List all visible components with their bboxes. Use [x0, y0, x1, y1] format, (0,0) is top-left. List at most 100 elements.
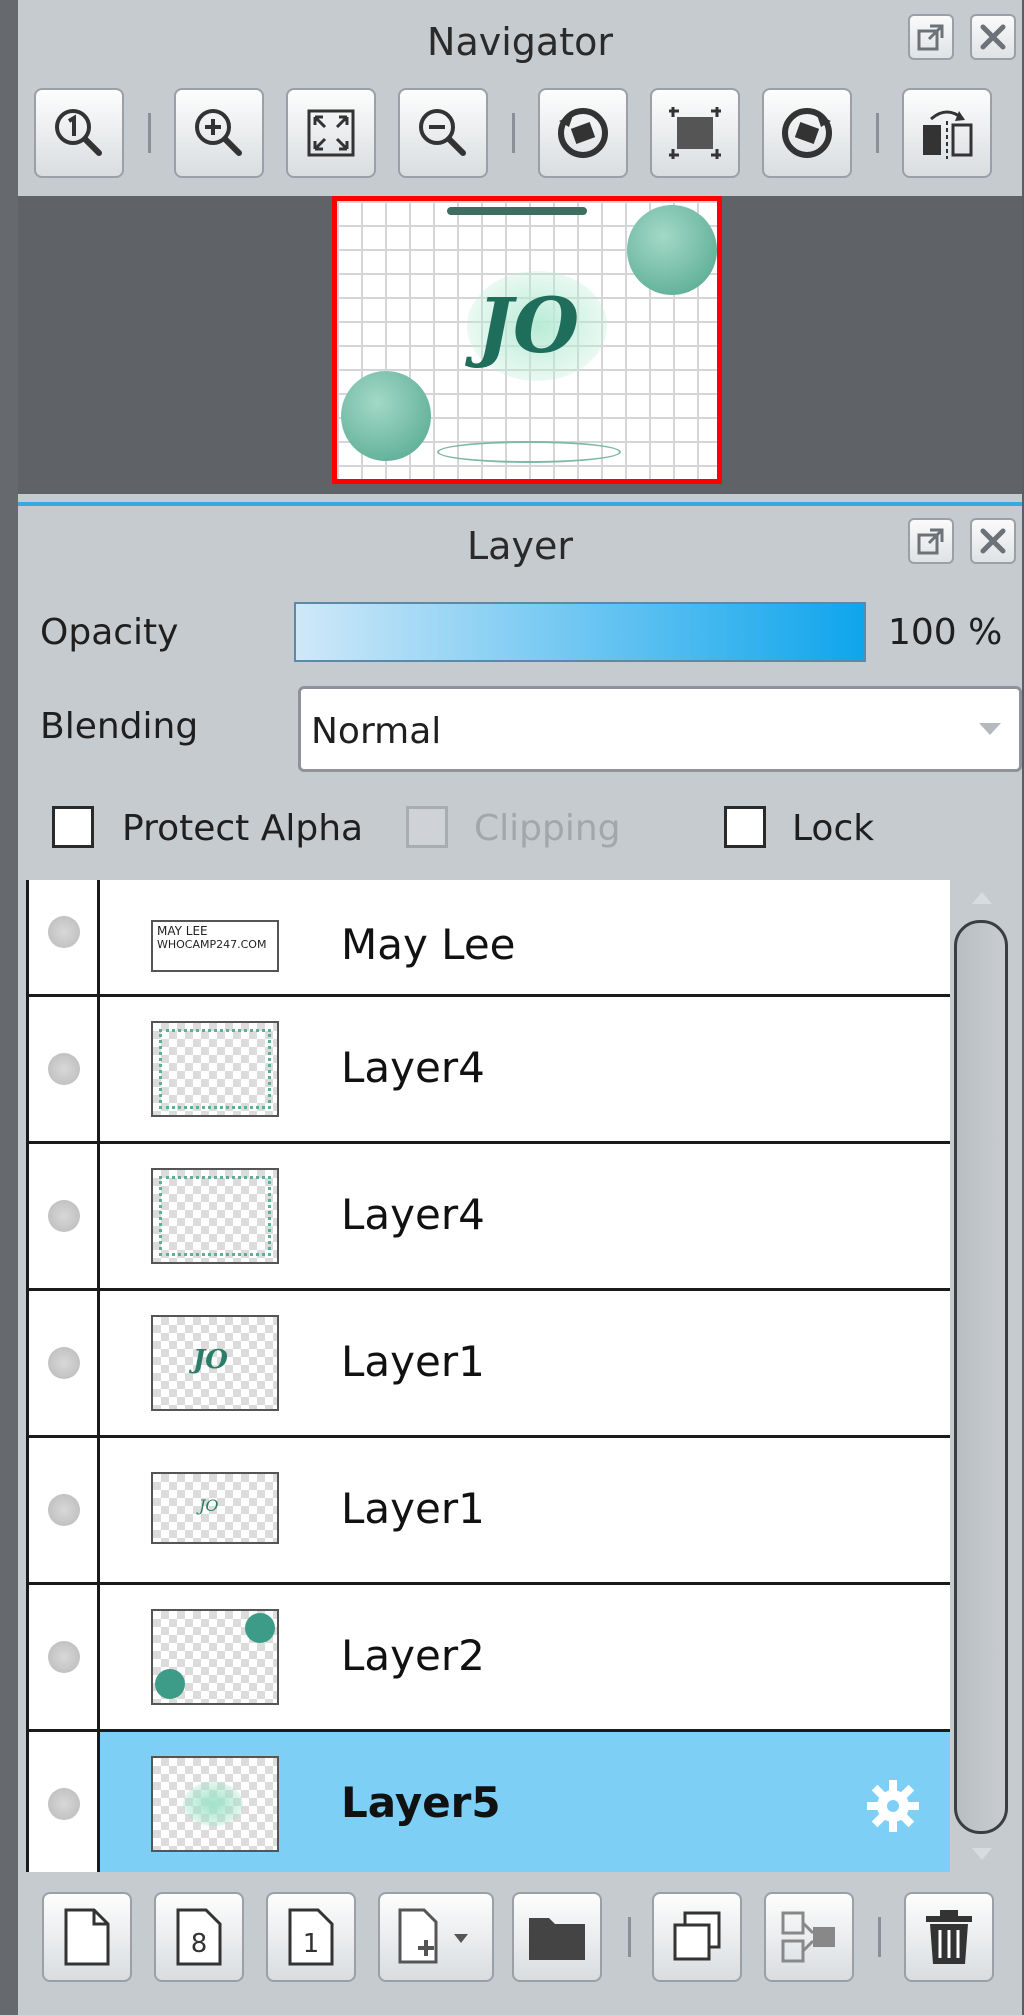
thumb-frame — [159, 1176, 271, 1256]
scroll-up-arrow-icon[interactable] — [970, 890, 994, 906]
opacity-label: Opacity — [40, 612, 179, 653]
canvas-edge — [0, 0, 18, 2015]
layer-name: Layer1 — [341, 1484, 485, 1533]
zoom-out-icon — [419, 109, 466, 156]
fit-icon — [307, 109, 355, 157]
layer-name: Layer4 — [341, 1043, 485, 1092]
zoom-in-button[interactable] — [174, 88, 264, 178]
layer-visibility-toggle[interactable] — [48, 1788, 80, 1820]
layer-row-selected[interactable]: Layer5 — [29, 1732, 953, 1872]
lock-label: Lock — [792, 808, 875, 849]
layer-visibility-toggle[interactable] — [48, 1641, 80, 1673]
layer-visibility-toggle[interactable] — [48, 1494, 80, 1526]
zoom-actual-size-button[interactable] — [34, 88, 124, 178]
flip-horizontal-button[interactable] — [902, 88, 992, 178]
layer-list[interactable]: MAY LEE WHOCAMP247.COM May Lee Layer4 La… — [26, 880, 956, 1872]
close-icon — [980, 528, 1006, 554]
blending-label: Blending — [40, 706, 199, 747]
popout-icon — [917, 528, 944, 555]
preview-jo-text: JO — [477, 281, 580, 370]
add-layer-menu-button[interactable] — [378, 1892, 494, 1982]
layer-thumbnail — [151, 1168, 279, 1264]
layer-name: Layer1 — [341, 1337, 485, 1386]
reset-view-icon — [669, 107, 721, 159]
layer-name: Layer4 — [341, 1190, 485, 1239]
svg-text:8: 8 — [191, 1929, 208, 1959]
scroll-thumb[interactable] — [954, 920, 1008, 1834]
layer-row[interactable]: Layer4 — [29, 997, 953, 1144]
toolbar-separator — [878, 1917, 881, 1957]
toolbar-separator — [148, 113, 151, 153]
thumb-bubble — [245, 1613, 275, 1643]
merge-icon — [781, 1911, 835, 1963]
zoom-out-button[interactable] — [398, 88, 488, 178]
svg-text:1: 1 — [303, 1929, 320, 1959]
layer-visibility-toggle[interactable] — [48, 1347, 80, 1379]
duplicate-icon — [673, 1911, 721, 1961]
close-icon — [980, 24, 1006, 50]
layer-scrollbar[interactable] — [950, 880, 1014, 1872]
layer-close-button[interactable] — [970, 518, 1016, 564]
preview-bubble-top — [627, 205, 717, 295]
layer-row[interactable]: JO Layer1 — [29, 1438, 953, 1585]
layer-thumbnail — [151, 1756, 279, 1852]
protect-alpha-label: Protect Alpha — [122, 808, 364, 849]
thumb-blob — [183, 1782, 243, 1826]
layer-row[interactable]: MAY LEE WHOCAMP247.COM May Lee — [29, 880, 953, 997]
layer-row[interactable]: Layer4 — [29, 1144, 953, 1291]
flip-horizontal-icon — [923, 110, 973, 159]
blending-select[interactable]: Normal — [298, 686, 1022, 772]
merge-down-button[interactable] — [764, 1892, 854, 1982]
toolbar-separator — [628, 1917, 631, 1957]
new-1bit-layer-button[interactable]: 1 — [266, 1892, 356, 1982]
preview-line — [447, 207, 587, 215]
rotate-left-button[interactable] — [538, 88, 628, 178]
blending-value: Normal — [311, 711, 442, 752]
thumb-text-line2: WHOCAMP247.COM — [157, 938, 267, 951]
scroll-down-arrow-icon[interactable] — [970, 1846, 994, 1862]
thumb-jo-text: JO — [199, 1496, 219, 1515]
layer-visibility-toggle[interactable] — [48, 1053, 80, 1085]
popout-icon — [917, 24, 944, 51]
navigator-close-button[interactable] — [970, 14, 1016, 60]
preview-swirl — [437, 441, 621, 463]
new-layer-button[interactable] — [42, 1892, 132, 1982]
reset-view-button[interactable] — [650, 88, 740, 178]
opacity-slider[interactable] — [294, 602, 866, 662]
layer-thumbnail: MAY LEE WHOCAMP247.COM — [151, 920, 279, 972]
8bit-layer-icon: 8 — [176, 1908, 222, 1966]
new-folder-button[interactable] — [512, 1892, 602, 1982]
folder-icon — [529, 1918, 585, 1960]
layer-visibility-toggle[interactable] — [48, 916, 80, 948]
gear-icon[interactable] — [865, 1778, 921, 1834]
duplicate-layer-button[interactable] — [652, 1892, 742, 1982]
zoom-1-icon — [55, 109, 102, 156]
navigator-popout-button[interactable] — [908, 14, 954, 60]
delete-layer-button[interactable] — [904, 1892, 994, 1982]
fit-to-window-button[interactable] — [286, 88, 376, 178]
new-page-icon — [64, 1908, 110, 1966]
layer-thumbnail: JO — [151, 1472, 279, 1544]
clipping-checkbox[interactable] — [406, 806, 448, 848]
chevron-down-icon — [979, 723, 1001, 735]
layer-row[interactable]: JO Layer1 — [29, 1291, 953, 1438]
navigator-preview-area[interactable]: JO — [18, 196, 1022, 494]
zoom-in-icon — [195, 109, 242, 156]
protect-alpha-checkbox[interactable] — [52, 806, 94, 848]
layer-thumbnail: JO — [151, 1315, 279, 1411]
new-8bit-layer-button[interactable]: 8 — [154, 1892, 244, 1982]
layer-name: Layer5 — [341, 1778, 501, 1827]
rotate-right-button[interactable] — [762, 88, 852, 178]
layer-row[interactable]: Layer2 — [29, 1585, 953, 1732]
layer-visibility-toggle[interactable] — [48, 1200, 80, 1232]
layer-thumbnail — [151, 1021, 279, 1117]
thumb-bubble — [155, 1669, 185, 1699]
toolbar-separator — [512, 113, 515, 153]
navigator-thumbnail[interactable]: JO — [332, 196, 722, 484]
layer-name: May Lee — [341, 920, 516, 969]
lock-checkbox[interactable] — [724, 806, 766, 848]
layer-title: Layer — [467, 524, 573, 568]
preview-bubble-bottom — [341, 371, 431, 461]
layer-popout-button[interactable] — [908, 518, 954, 564]
thumb-text-line1: MAY LEE — [157, 924, 208, 938]
